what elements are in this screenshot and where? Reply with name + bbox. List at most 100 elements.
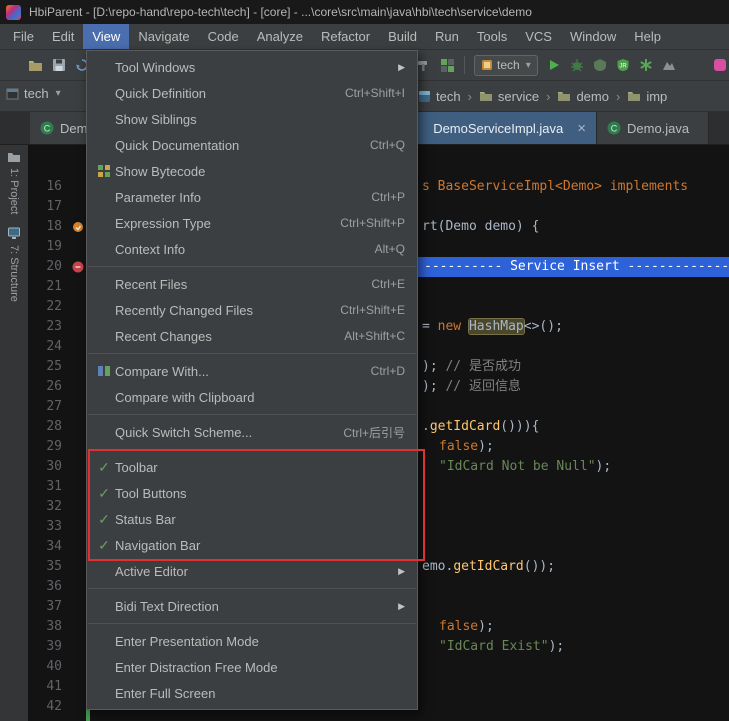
breadcrumb-item-service[interactable]: service [479,89,539,104]
nav-root-chip[interactable]: tech ▾ [6,86,61,101]
menu-item-quick-switch-scheme[interactable]: Quick Switch Scheme...Ctrl+后引号 [87,419,417,445]
line-number: 18 [28,217,62,237]
breadcrumb-item-demo[interactable]: demo [557,89,609,104]
code-text[interactable]: false); [439,437,494,457]
menu-item-expression-type[interactable]: Expression Type Ctrl+Shift+P [87,210,417,236]
line-number: 29 [28,437,62,457]
menubar-item-vcs[interactable]: VCS [516,24,561,49]
titlebar: HbiParent - [D:\repo-hand\repo-tech\tech… [0,0,729,24]
menu-item-shortcut: Ctrl+Shift+E [340,303,405,317]
menu-item-parameter-info[interactable]: Parameter InfoCtrl+P [87,184,417,210]
menu-item-recently-changed-files[interactable]: Recently Changed FilesCtrl+Shift+E [87,297,417,323]
code-text[interactable]: ); // 返回信息 [422,377,521,397]
diff-icon [93,364,115,378]
menu-item-tool-buttons[interactable]: ✓Tool Buttons [87,480,417,506]
menu-item-label: Enter Full Screen [115,686,215,701]
menubar-item-edit[interactable]: Edit [43,24,83,49]
menu-item-status-bar[interactable]: ✓Status Bar [87,506,417,532]
tool-window-button-7-structure[interactable]: 7: Structure [7,226,21,302]
checkmark-icon: ✓ [93,485,115,502]
toolbar-post-icons: JR [547,58,676,72]
breadcrumb-item-imp[interactable]: imp [627,89,667,104]
menu-item-bidi-text-direction[interactable]: Bidi Text Direction▶ [87,593,417,619]
folder-icon [557,90,571,102]
run-config-label: tech [497,58,520,72]
close-icon[interactable]: × [577,121,586,136]
menu-item-enter-presentation-mode[interactable]: Enter Presentation Mode [87,628,417,654]
menubar-item-view[interactable]: View [83,24,129,49]
submenu-arrow-icon: ▶ [395,62,405,73]
record-icon[interactable] [713,58,727,72]
menu-item-shortcut: Alt+Q [375,242,405,256]
menu-item-enter-full-screen[interactable]: Enter Full Screen [87,680,417,706]
menu-item-label: Toolbar [115,460,158,475]
menu-item-toolbar[interactable]: ✓Toolbar [87,454,417,480]
menu-item-navigation-bar[interactable]: ✓Navigation Bar [87,532,417,558]
menubar-item-refactor[interactable]: Refactor [312,24,379,49]
menu-item-enter-distraction-free-mode[interactable]: Enter Distraction Free Mode [87,654,417,680]
line-number: 32 [28,497,62,517]
menu-item-recent-changes[interactable]: Recent ChangesAlt+Shift+C [87,323,417,349]
run-icon[interactable] [547,58,561,72]
menu-item-tool-windows[interactable]: Tool Windows▶ [87,54,417,80]
modules-icon[interactable] [440,58,455,73]
override-icon[interactable] [72,221,84,233]
menu-item-label: Quick Documentation [115,138,239,153]
menubar-item-file[interactable]: File [4,24,43,49]
code-text[interactable]: "IdCard Exist"); [439,637,564,657]
code-text[interactable]: rt(Demo demo) { [422,217,539,237]
menubar-item-tools[interactable]: Tools [468,24,516,49]
chevron-down-icon: ▾ [526,60,531,71]
run-config-icon [481,59,493,71]
menubar-item-build[interactable]: Build [379,24,426,49]
coverage-icon[interactable] [593,58,607,72]
app-icon [6,5,21,20]
menu-item-quick-documentation[interactable]: Quick Documentation Ctrl+Q [87,132,417,158]
jrebel-debug-icon[interactable] [639,58,653,72]
menu-item-label: Expression Type [115,216,211,231]
menubar-item-analyze[interactable]: Analyze [248,24,312,49]
code-text[interactable]: .getIdCard())){ [422,417,539,437]
open-icon[interactable] [28,59,43,72]
maven-icon[interactable] [662,58,676,72]
menu-item-context-info[interactable]: Context InfoAlt+Q [87,236,417,262]
menu-separator [88,353,416,354]
menu-item-label: Compare with Clipboard [115,390,254,405]
menubar-item-window[interactable]: Window [561,24,625,49]
editor-tab-demo-java[interactable]: CDemo.java [597,112,709,144]
menu-item-recent-files[interactable]: Recent FilesCtrl+E [87,271,417,297]
jrebel-run-icon[interactable]: JR [616,58,630,72]
run-config-combo[interactable]: tech ▾ [474,55,538,76]
code-text[interactable]: ); // 是否成功 [422,357,521,377]
code-text[interactable]: ---------- Service Insert --------------… [424,257,729,277]
code-text[interactable]: emo.getIdCard()); [422,557,555,577]
menubar-item-code[interactable]: Code [199,24,248,49]
line-number: 40 [28,657,62,677]
menu-item-show-siblings[interactable]: Show Siblings [87,106,417,132]
class-icon: C [607,121,621,135]
code-text[interactable]: "IdCard Not be Null"); [439,457,611,477]
menu-item-label: Navigation Bar [115,538,200,553]
code-text[interactable]: false); [439,617,494,637]
breadcrumb-item-tech[interactable]: tech [418,89,461,104]
menubar-item-help[interactable]: Help [625,24,670,49]
menubar-item-run[interactable]: Run [426,24,468,49]
menu-item-label: Quick Switch Scheme... [115,425,252,440]
menu-item-compare-with[interactable]: Compare With...Ctrl+D [87,358,417,384]
menu-item-shortcut: Ctrl+Q [370,138,405,152]
code-text[interactable]: s BaseServiceImpl<Demo> implements [422,177,688,197]
menubar-item-navigate[interactable]: Navigate [129,24,198,49]
line-number: 31 [28,477,62,497]
debug-icon[interactable] [570,58,584,72]
menu-item-shortcut: Ctrl+Shift+P [340,216,405,230]
tool-window-button-1-project[interactable]: 1: Project [7,151,21,214]
menu-item-label: Recent Files [115,277,187,292]
code-text[interactable]: = new HashMap<>(); [422,317,563,337]
menu-item-show-bytecode[interactable]: Show Bytecode [87,158,417,184]
save-icon[interactable] [52,58,66,72]
menu-item-active-editor[interactable]: Active Editor▶ [87,558,417,584]
menu-item-quick-definition[interactable]: Quick DefinitionCtrl+Shift+I [87,80,417,106]
breakpoint-icon[interactable] [72,261,84,273]
menu-item-compare-with-clipboard[interactable]: Compare with Clipboard [87,384,417,410]
compile-icon[interactable] [416,58,431,73]
